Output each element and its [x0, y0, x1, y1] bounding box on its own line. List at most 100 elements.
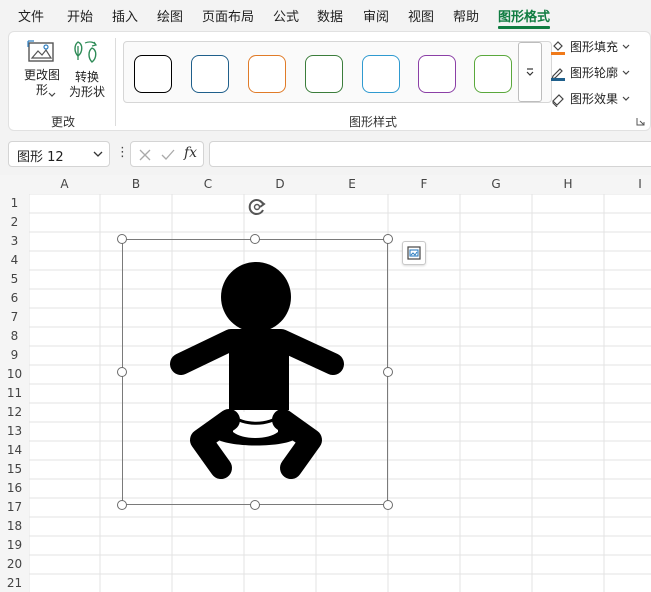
style-swatch-blue[interactable]	[191, 55, 229, 93]
more-dropdown-icon	[526, 68, 534, 76]
picture-shape-icon	[27, 40, 54, 62]
chevron-down-icon	[622, 96, 630, 101]
layout-options-button[interactable]	[402, 241, 426, 265]
row-header[interactable]: 8	[0, 327, 29, 346]
row-header[interactable]: 2	[0, 213, 29, 232]
style-swatch-green[interactable]	[474, 55, 512, 93]
column-header[interactable]: A	[29, 175, 100, 194]
row-header[interactable]: 7	[0, 308, 29, 327]
shape-styles-gallery	[123, 41, 552, 103]
menu-review[interactable]: 审阅	[363, 6, 389, 25]
style-swatch-orange[interactable]	[248, 55, 286, 93]
row-header[interactable]: 14	[0, 441, 29, 460]
column-header[interactable]: G	[460, 175, 532, 194]
menu-file[interactable]: 文件	[18, 6, 44, 25]
resize-handle[interactable]	[117, 234, 127, 244]
row-header[interactable]: 18	[0, 517, 29, 536]
menu-graphics-format[interactable]: 图形格式	[498, 6, 550, 25]
shape-selection-frame[interactable]	[122, 239, 388, 505]
row-header[interactable]: 1	[0, 194, 29, 213]
convert-label-2: 为形状	[68, 85, 105, 99]
column-header[interactable]: F	[388, 175, 460, 194]
column-header[interactable]: D	[244, 175, 316, 194]
change-group-label: 更改	[51, 115, 76, 129]
name-box-value: 图形 12	[17, 150, 64, 165]
layout-options-icon	[407, 246, 421, 260]
row-header[interactable]: 6	[0, 289, 29, 308]
resize-handle[interactable]	[250, 234, 260, 244]
row-header[interactable]: 4	[0, 251, 29, 270]
shape-fill-label: 图形填充	[570, 40, 619, 54]
menu-data[interactable]: 数据	[317, 6, 343, 25]
resize-handle[interactable]	[383, 234, 393, 244]
shape-effects-label: 图形效果	[570, 92, 619, 106]
pen-outline-icon	[551, 67, 565, 81]
effects-icon	[552, 93, 564, 107]
shape-outline-button[interactable]: 图形轮廓	[550, 64, 630, 81]
enter-check-icon[interactable]	[161, 148, 175, 162]
resize-handle[interactable]	[117, 367, 127, 377]
column-header[interactable]: E	[316, 175, 388, 194]
menu-draw[interactable]: 绘图	[157, 6, 183, 25]
chevron-down-icon	[622, 70, 630, 75]
row-header[interactable]: 12	[0, 403, 29, 422]
convert-to-shape-button[interactable]: 转换 为形状	[65, 38, 109, 100]
row-header[interactable]: 11	[0, 384, 29, 403]
chevron-down-icon	[622, 44, 630, 49]
menu-bar: 文件 开始 插入 绘图 页面布局 公式 数据 审阅 视图 帮助 图形格式	[0, 0, 651, 30]
menu-help[interactable]: 帮助	[453, 6, 479, 25]
convert-label-1: 转换	[74, 70, 99, 84]
select-all-corner[interactable]	[0, 175, 29, 194]
row-header[interactable]: 19	[0, 536, 29, 555]
menu-home[interactable]: 开始	[67, 6, 93, 25]
row-header[interactable]: 5	[0, 270, 29, 289]
baby-icon[interactable]	[123, 240, 387, 504]
insert-function-button[interactable]: fx	[184, 145, 197, 161]
styles-group-label: 图形样式	[349, 115, 398, 129]
row-header[interactable]: 15	[0, 460, 29, 479]
row-header[interactable]: 13	[0, 422, 29, 441]
row-header[interactable]: 16	[0, 479, 29, 498]
column-header[interactable]: H	[532, 175, 604, 194]
more-options-icon[interactable]: ⋮	[116, 145, 129, 160]
rotate-handle-icon[interactable]	[245, 195, 269, 219]
dialog-launcher-icon[interactable]	[636, 117, 645, 126]
row-header[interactable]: 10	[0, 365, 29, 384]
active-tab-indicator	[498, 26, 550, 29]
column-header[interactable]: B	[100, 175, 172, 194]
menu-insert[interactable]: 插入	[112, 6, 138, 25]
ribbon: 更改图形 转换 为形状 更改 图形样式 图形填充 图形轮廓 图形效果	[8, 31, 651, 131]
resize-handle[interactable]	[383, 367, 393, 377]
edit-shape-button[interactable]: 更改图形	[21, 40, 63, 98]
menu-page-layout[interactable]: 页面布局	[202, 6, 254, 25]
formula-input[interactable]	[209, 141, 651, 167]
chevron-down-icon	[93, 151, 103, 157]
row-header[interactable]: 3	[0, 232, 29, 251]
style-swatch-dark-green[interactable]	[305, 55, 343, 93]
column-header[interactable]: I	[604, 175, 651, 194]
formula-buttons: fx	[130, 141, 204, 167]
cancel-icon[interactable]	[138, 148, 152, 162]
resize-handle[interactable]	[250, 500, 260, 510]
row-header[interactable]: 17	[0, 498, 29, 517]
menu-view[interactable]: 视图	[408, 6, 434, 25]
menu-formulas[interactable]: 公式	[273, 6, 299, 25]
shape-fill-button[interactable]: 图形填充	[550, 38, 630, 55]
style-swatch-purple[interactable]	[418, 55, 456, 93]
style-swatch-black[interactable]	[134, 55, 172, 93]
convert-icon	[74, 41, 97, 63]
style-swatch-light-blue[interactable]	[362, 55, 400, 93]
shape-outline-label: 图形轮廓	[570, 66, 619, 80]
shape-effects-button[interactable]: 图形效果	[550, 90, 630, 107]
styles-more-button[interactable]	[518, 42, 542, 102]
group-divider	[115, 38, 116, 126]
chevron-down-icon	[48, 92, 56, 97]
row-header[interactable]: 9	[0, 346, 29, 365]
row-header[interactable]: 21	[0, 574, 29, 592]
name-box[interactable]: 图形 12	[8, 141, 110, 167]
column-header[interactable]: C	[172, 175, 244, 194]
resize-handle[interactable]	[117, 500, 127, 510]
fill-bucket-icon	[551, 40, 565, 55]
row-header[interactable]: 20	[0, 555, 29, 574]
resize-handle[interactable]	[383, 500, 393, 510]
